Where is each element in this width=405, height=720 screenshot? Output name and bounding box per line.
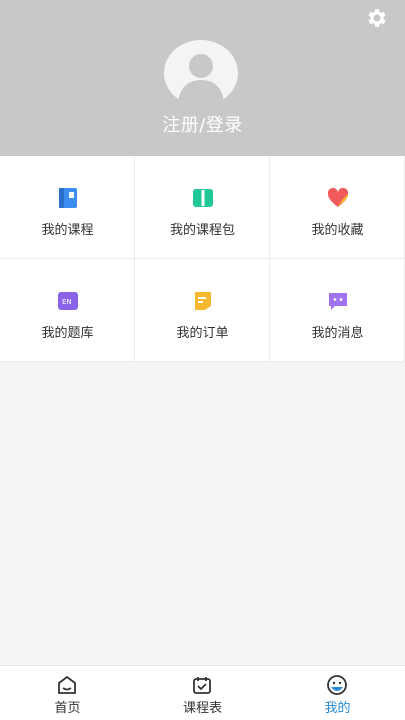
settings-gear-icon[interactable] <box>364 6 388 30</box>
home-icon <box>58 675 76 694</box>
my-favorites-label: 我的收藏 <box>311 223 364 238</box>
avatar[interactable] <box>164 40 238 106</box>
profile-icon <box>327 675 347 695</box>
calendar-icon <box>193 677 211 694</box>
tab-schedule[interactable]: 课程表 <box>135 666 270 720</box>
message-bubble-icon <box>329 293 347 310</box>
tab-home-label: 首页 <box>54 701 81 716</box>
my-orders-label: 我的订单 <box>176 326 229 341</box>
profile-header: 注册/登录 <box>0 0 405 156</box>
tab-mine[interactable]: 我的 <box>270 666 405 720</box>
course-package-icon <box>193 189 213 207</box>
register-login-link[interactable]: 注册/登录 <box>0 111 405 137</box>
my-question-bank-label: 我的题库 <box>41 326 94 341</box>
order-note-icon <box>195 292 211 310</box>
feature-grid: 我的课程 我的课程包 我的收藏 EN 我的题库 我的订单 我的消息 <box>0 156 405 362</box>
my-question-bank-item[interactable]: EN 我的题库 <box>0 259 135 362</box>
default-user-avatar-icon <box>178 54 224 106</box>
my-messages-item[interactable]: 我的消息 <box>270 259 405 362</box>
bottom-tab-bar: 首页 课程表 我的 <box>0 665 405 720</box>
svg-text:EN: EN <box>62 298 72 306</box>
my-course-package-label: 我的课程包 <box>169 223 235 238</box>
my-orders-item[interactable]: 我的订单 <box>135 259 270 362</box>
question-bank-icon: EN <box>58 292 78 310</box>
my-course-package-item[interactable]: 我的课程包 <box>135 156 270 259</box>
my-courses-item[interactable]: 我的课程 <box>0 156 135 259</box>
course-book-icon <box>59 188 77 208</box>
tab-mine-label: 我的 <box>324 701 351 716</box>
my-messages-label: 我的消息 <box>311 326 364 341</box>
tab-home[interactable]: 首页 <box>0 666 135 720</box>
favorite-heart-icon <box>327 187 349 207</box>
tab-schedule-label: 课程表 <box>182 701 222 716</box>
my-courses-label: 我的课程 <box>41 223 94 238</box>
my-favorites-item[interactable]: 我的收藏 <box>270 156 405 259</box>
